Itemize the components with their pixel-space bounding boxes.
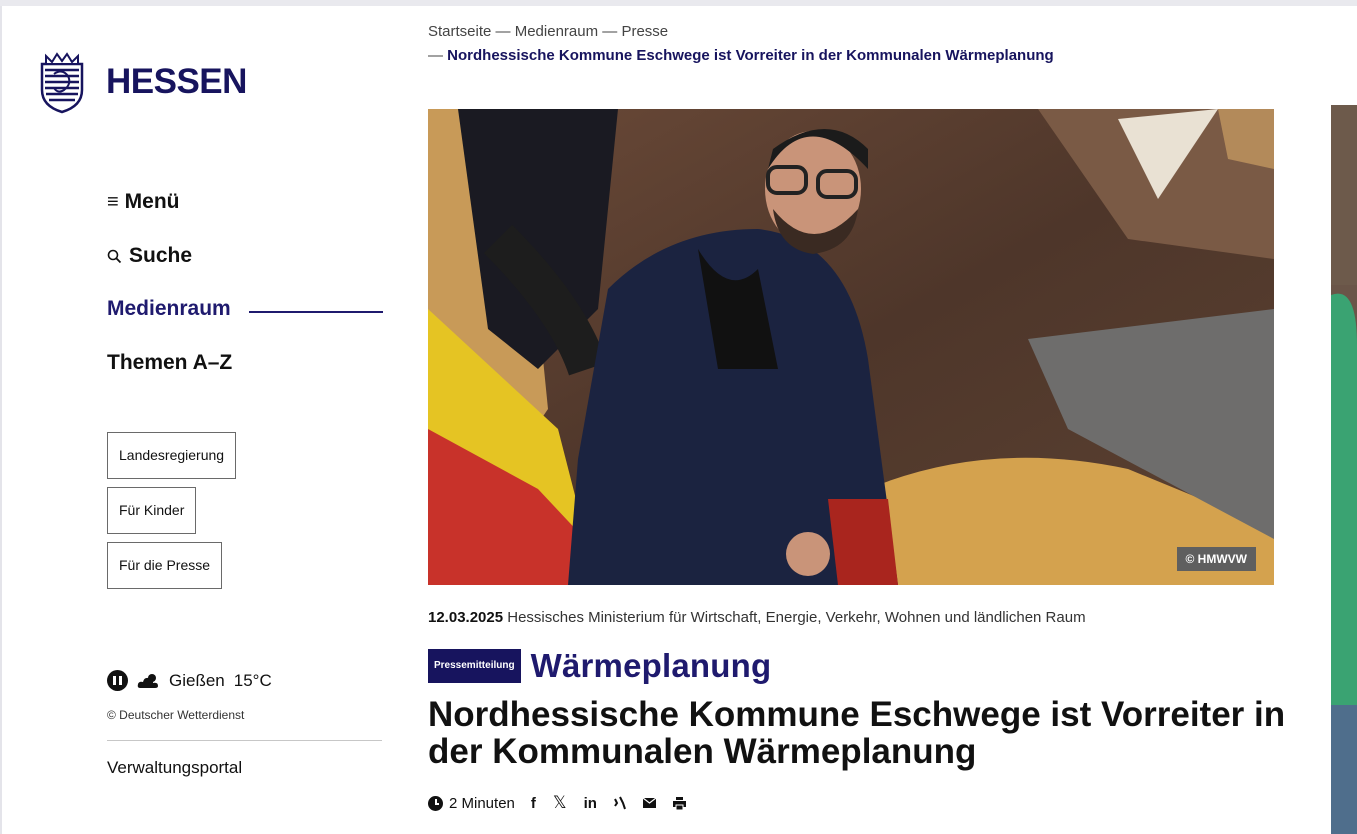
hamburger-icon: ≡ [107,190,119,213]
hessen-logo[interactable]: HESSEN [36,50,247,114]
press-release-badge: Pressemitteilung [428,649,521,683]
breadcrumb-current: Nordhessische Kommune Eschwege ist Vorre… [447,47,1054,64]
nav-item-themen[interactable]: Themen A–Z [107,351,232,375]
breadcrumb-presse[interactable]: Presse [621,23,668,40]
article-meta: 12.03.2025 Hessisches Ministerium für Wi… [428,609,1086,626]
print-icon[interactable] [672,796,686,810]
breadcrumb-medienraum[interactable]: Medienraum [515,23,598,40]
breadcrumb-separator: — [602,23,618,40]
weather-temp: 15°C [233,670,272,690]
article-topic: Wärmeplanung [530,647,772,684]
mail-icon[interactable] [642,798,656,808]
weather-city: Gießen [169,670,225,690]
next-slide-photo [1331,105,1357,834]
hero-photo [428,109,1274,585]
article-date: 12.03.2025 [428,609,504,626]
fuer-die-presse-button[interactable]: Für die Presse [107,542,223,589]
left-border [0,6,2,834]
clock-icon [428,795,443,811]
article-actions: 2 Minuten f 𝕏 in [428,793,686,813]
breadcrumb-startseite[interactable]: Startseite [428,23,491,40]
reading-time: 2 Minuten [449,794,515,812]
landesregierung-button[interactable]: Landesregierung [107,432,237,479]
menu-button[interactable]: ≡ Menü [107,190,180,214]
themen-label: Themen A–Z [107,351,233,374]
fuer-kinder-button[interactable]: Für Kinder [107,487,197,534]
pause-icon[interactable] [107,670,128,691]
weather-credit: © Deutscher Wetterdienst [107,708,245,722]
breadcrumb: Startseite — Medienraum — Presse — Nordh… [428,20,1054,68]
facebook-icon[interactable]: f [531,795,536,812]
top-border [0,0,1357,6]
search-label: Suche [129,244,193,267]
hero-image: © HMWVW [428,109,1274,585]
medienraum-label: Medienraum [107,297,231,320]
weather-widget: Gießen 15°C [107,670,272,691]
search-button[interactable]: Suche [107,244,192,268]
linkedin-icon[interactable]: in [584,795,597,812]
nav-item-medienraum[interactable]: Medienraum [107,297,231,321]
verwaltungsportal-link[interactable]: Verwaltungsportal [107,758,242,778]
next-slide-preview[interactable] [1331,105,1357,834]
cloud-sun-icon [137,673,158,688]
image-copyright: © HMWVW [1176,547,1256,571]
xing-icon[interactable] [614,796,626,810]
article-ministry: Hessisches Ministerium für Wirtschaft, E… [507,609,1086,626]
logo-wordmark: HESSEN [106,62,247,101]
menu-label: Menü [124,190,180,213]
sidebar-divider [107,740,382,741]
breadcrumb-separator: — [428,47,443,64]
coat-of-arms-icon [40,52,84,114]
search-icon [107,249,122,263]
article-kicker: Pressemitteilung Wärmeplanung [428,647,771,685]
article-title: Nordhessische Kommune Eschwege ist Vorre… [428,695,1286,771]
x-icon[interactable]: 𝕏 [553,793,567,813]
active-indicator [249,311,383,313]
breadcrumb-separator: — [495,23,511,40]
